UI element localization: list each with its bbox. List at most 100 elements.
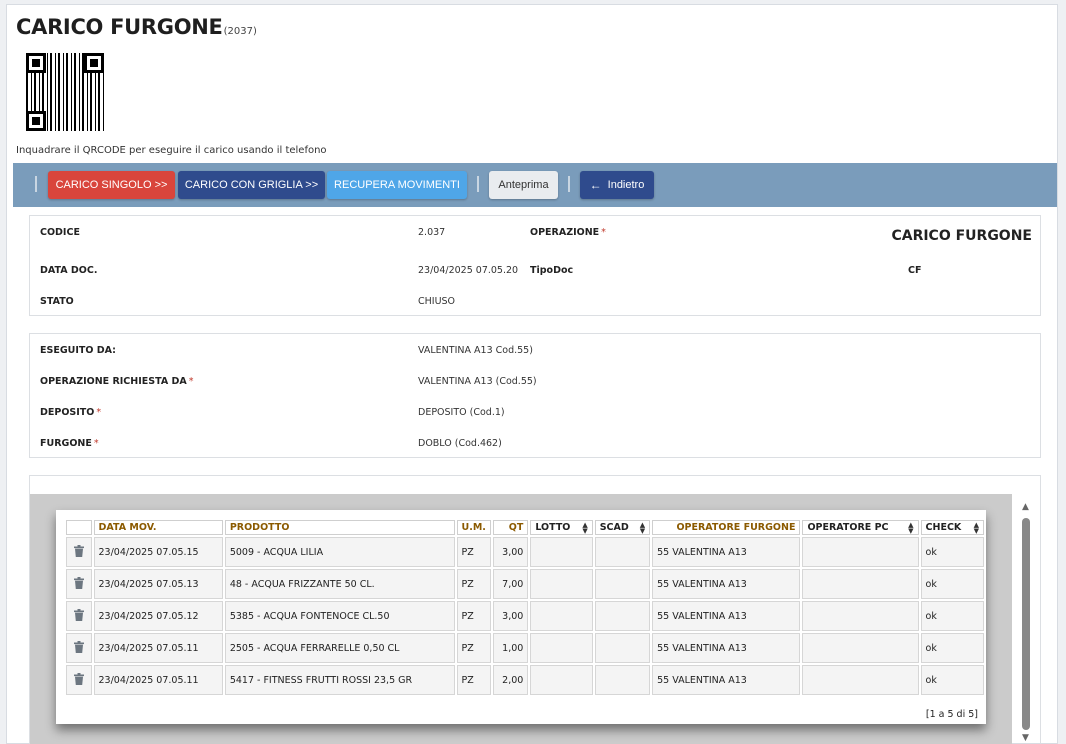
- anteprima-button[interactable]: Anteprima: [489, 171, 558, 199]
- delete-cell: [66, 569, 92, 599]
- toolbar-separator: [568, 176, 570, 192]
- document-info-panel: CODICE 2.037 OPERAZIONE * CARICO FURGONE …: [29, 215, 1041, 316]
- qr-code: [26, 53, 104, 131]
- sort-icon: ▲ ▼: [908, 521, 914, 535]
- operazione-label: OPERAZIONE *: [530, 227, 606, 238]
- qr-finder: [26, 53, 46, 73]
- table-row[interactable]: 23/04/2025 07.05.11 2505 - ACQUA FERRAREL…: [66, 633, 984, 663]
- cell-qt: 3,00: [493, 537, 529, 567]
- cell-lotto: [530, 601, 593, 631]
- table-row[interactable]: 23/04/2025 07.05.11 5417 - FITNESS FRUTTI…: [66, 665, 984, 695]
- column-header-prodotto[interactable]: PRODOTTO: [224, 520, 455, 535]
- deposito-value: DEPOSITO (Cod.1): [418, 407, 505, 418]
- indietro-button[interactable]: ← Indietro: [580, 171, 654, 199]
- cell-data-mov: 23/04/2025 07.05.11: [93, 633, 223, 663]
- cell-operatore-pc: [802, 665, 919, 695]
- cell-operatore-furgone: 55 VALENTINA A13: [652, 633, 801, 663]
- column-header-qt[interactable]: QT: [493, 520, 529, 535]
- movements-table: DATA MOV. PRODOTTO U.M. QT LOTTO ▲ ▼ SCAD ▲…: [64, 518, 986, 697]
- stato-value: CHIUSO: [418, 296, 456, 307]
- cell-um: PZ: [456, 569, 492, 599]
- cell-operatore-furgone: 55 VALENTINA A13: [652, 569, 801, 599]
- trash-icon[interactable]: [73, 672, 84, 688]
- cell-qt: 3,00: [493, 601, 529, 631]
- operazione-value: CARICO FURGONE: [891, 228, 1032, 244]
- trash-icon[interactable]: [73, 608, 84, 624]
- cell-operatore-pc: [802, 601, 919, 631]
- cell-data-mov: 23/04/2025 07.05.11: [93, 665, 223, 695]
- qr-finder: [84, 53, 104, 73]
- indietro-label: Indietro: [607, 179, 645, 191]
- cell-prodotto: 5385 - ACQUA FONTENOCE CL.50: [224, 601, 455, 631]
- table-row[interactable]: 23/04/2025 07.05.12 5385 - ACQUA FONTENOC…: [66, 601, 984, 631]
- cell-scad: [594, 665, 651, 695]
- codice-label: CODICE: [40, 227, 80, 238]
- cell-lotto: [530, 665, 593, 695]
- page-title: CARICO FURGONE: [16, 15, 223, 39]
- codice-value: 2.037: [418, 227, 446, 238]
- toolbar-separator: [35, 176, 37, 192]
- cell-qt: 1,00: [493, 633, 529, 663]
- cell-scad: [594, 537, 651, 567]
- cell-qt: 2,00: [493, 665, 529, 695]
- column-header-um[interactable]: U.M.: [456, 520, 492, 535]
- delete-cell: [66, 633, 92, 663]
- cell-operatore-pc: [802, 633, 919, 663]
- stato-label: STATO: [40, 296, 74, 307]
- cell-check: ok: [920, 633, 984, 663]
- cell-operatore-pc: [802, 537, 919, 567]
- action-toolbar: CARICO SINGOLO >> CARICO CON GRIGLIA >> …: [13, 163, 1057, 207]
- toolbar-separator: [477, 176, 479, 192]
- cell-prodotto: 5009 - ACQUA LILIA: [224, 537, 455, 567]
- cell-um: PZ: [456, 633, 492, 663]
- cell-scad: [594, 633, 651, 663]
- carico-singolo-button[interactable]: CARICO SINGOLO >>: [48, 171, 175, 199]
- page-title-block: CARICO FURGONE(2037): [16, 15, 257, 39]
- sort-icon: ▲ ▼: [973, 521, 979, 535]
- operation-details-panel: ESEGUITO DA: VALENTINA A13 Cod.55) OPERA…: [29, 333, 1041, 458]
- cell-check: ok: [920, 665, 984, 695]
- table-header-row: DATA MOV. PRODOTTO U.M. QT LOTTO ▲ ▼ SCAD ▲…: [66, 520, 984, 535]
- trash-icon[interactable]: [73, 544, 84, 560]
- column-header-scad[interactable]: SCAD ▲ ▼: [594, 520, 651, 535]
- recupera-movimenti-button[interactable]: RECUPERA MOVIMENTI: [327, 171, 467, 199]
- column-header-data-mov[interactable]: DATA MOV.: [93, 520, 223, 535]
- cell-lotto: [530, 633, 593, 663]
- cell-data-mov: 23/04/2025 07.05.15: [93, 537, 223, 567]
- cell-check: ok: [920, 537, 984, 567]
- trash-icon[interactable]: [73, 576, 84, 592]
- column-header-lotto[interactable]: LOTTO ▲ ▼: [530, 520, 593, 535]
- table-row[interactable]: 23/04/2025 07.05.13 48 - ACQUA FRIZZANTE …: [66, 569, 984, 599]
- cell-check: ok: [920, 569, 984, 599]
- sort-icon: ▲ ▼: [639, 521, 646, 535]
- cell-qt: 7,00: [493, 569, 529, 599]
- data-doc-value: 23/04/2025 07.05.20: [418, 265, 519, 276]
- deposito-label: DEPOSITO *: [40, 407, 102, 418]
- cell-um: PZ: [456, 537, 492, 567]
- furgone-label: FURGONE *: [40, 438, 99, 449]
- trash-icon[interactable]: [73, 640, 84, 656]
- scroll-up-arrow-icon[interactable]: ▲: [1022, 502, 1029, 512]
- cell-prodotto: 2505 - ACQUA FERRARELLE 0,50 CL: [224, 633, 455, 663]
- column-header-operatore-furgone[interactable]: OPERATORE FURGONE: [652, 520, 801, 535]
- cell-operatore-furgone: 55 VALENTINA A13: [652, 665, 801, 695]
- sort-icon: ▲ ▼: [582, 521, 588, 535]
- column-header-operatore-pc[interactable]: OPERATORE PC ▲ ▼: [802, 520, 919, 535]
- tipodoc-value: CF: [908, 265, 922, 276]
- cell-prodotto: 5417 - FITNESS FRUTTI ROSSI 23,5 GR: [224, 665, 455, 695]
- carico-griglia-button[interactable]: CARICO CON GRIGLIA >>: [178, 171, 325, 199]
- document-code: (2037): [223, 26, 257, 37]
- eseguito-value: VALENTINA A13 Cod.55): [418, 345, 533, 356]
- cell-operatore-pc: [802, 569, 919, 599]
- eseguito-label: ESEGUITO DA:: [40, 345, 116, 356]
- table-row[interactable]: 23/04/2025 07.05.15 5009 - ACQUA LILIA PZ 3…: [66, 537, 984, 567]
- vertical-scrollbar[interactable]: [1022, 518, 1030, 730]
- grid-viewport: DATA MOV. PRODOTTO U.M. QT LOTTO ▲ ▼ SCAD ▲…: [30, 494, 1012, 744]
- delete-cell: [66, 601, 92, 631]
- cell-scad: [594, 601, 651, 631]
- delete-cell: [66, 665, 92, 695]
- cell-check: ok: [920, 601, 984, 631]
- cell-operatore-furgone: 55 VALENTINA A13: [652, 601, 801, 631]
- column-header-check[interactable]: CHECK ▲ ▼: [920, 520, 984, 535]
- cell-operatore-furgone: 55 VALENTINA A13: [652, 537, 801, 567]
